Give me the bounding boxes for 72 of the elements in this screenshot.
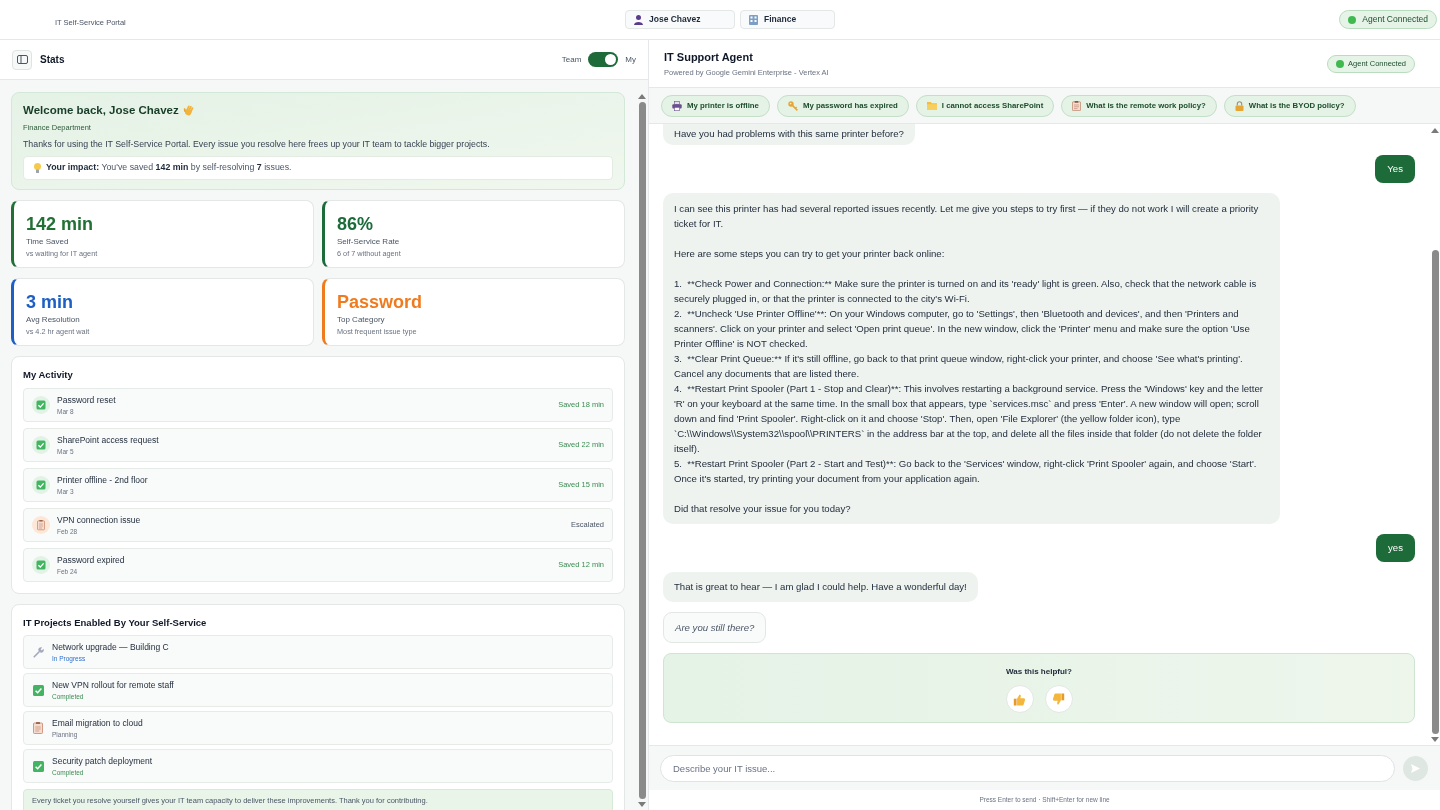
check-square-icon [32,760,44,772]
sidebar-icon [16,55,28,64]
key-icon [787,100,798,111]
impact-text: Your impact: You've saved 142 min by self-resolving 7 issues. [46,161,292,175]
check-square-icon [32,684,44,696]
thumbs-down-icon [1052,692,1065,706]
project-title: Network upgrade — Building C [52,641,169,653]
toggle-label: My [625,53,636,66]
message-text: Yes [1387,161,1403,176]
panel-title: Stats [40,53,65,67]
message-text: Are you still there? [675,620,755,635]
view-toggle[interactable] [588,52,619,67]
project-title: Security patch deployment [52,755,153,767]
thumbs-down-button[interactable] [1044,685,1073,714]
folder-icon [926,101,937,110]
message-text: 2. **Uncheck 'Use Printer Offline'**: On your Windows computer, go to 'Settings', then 'Bluetooth and devices', and then 'Printers and scanners'. Click on your printer and select 'Open print queue'. In the new window, click the 'Printer' menu and make sure the option 'Use Printer Offline' is NOT checked. [674,307,1251,351]
activity-title: Printer offline - 2nd floor [57,474,148,486]
scroll-down-icon[interactable] [638,802,646,807]
stat-value: 142 min [26,214,95,234]
scrollbar-thumb[interactable] [638,102,646,799]
wrench-icon [32,646,44,658]
thumbs-up-button[interactable] [1005,685,1034,714]
message-text: Did that resolve your issue for you today? [674,502,852,516]
clipboard-icon [1072,100,1082,111]
project-title: New VPN rollout for remote staff [52,679,174,691]
scroll-up-icon[interactable] [638,94,646,99]
welcome-title: Welcome back, Jose Chavez [23,103,179,118]
message-text: 1. **Check Power and Connection:** Make sure the printer is turned on and its 'ready' light is green. Also, check that the network cable is securely plugged in, or that the printer is connected to the city's Wi-Fi. [674,277,1258,306]
stat-label: Self-Service Rate [337,236,401,247]
stat-value: 86% [337,214,375,234]
welcome-message: Thanks for using the IT Self-Service Portal. Every issue you resolve here frees up your IT team to tackle bigger projects. [23,138,491,150]
light-bulb-icon [34,163,41,173]
message-text: 3. **Clear Print Queue:** If it's still offline, go back to that print queue window, right-click your printer, and choose 'See what's printing'. Cancel any documents that are listed there. [674,352,1244,381]
activity-title: Password expired [57,554,125,566]
sidebar-toggle-button[interactable] [12,49,32,70]
chat-title: IT Support Agent [664,49,754,65]
user-name: Jose Chavez [649,13,701,26]
activity-title: SharePoint access request [57,434,159,446]
agent-status-label: Agent Connected [1362,13,1428,26]
printer-icon [672,100,682,111]
thumbs-up-icon [1013,692,1026,706]
clipboard-icon [32,516,50,534]
section-title: IT Projects Enabled By Your Self-Service [23,617,208,629]
waving-hand-icon [182,104,195,117]
scroll-up-icon[interactable] [1431,128,1439,133]
department-name: Finance [764,13,797,26]
send-icon [1411,763,1420,773]
message-text: That is great to hear — I am glad I could help. Have a wonderful day! [674,580,967,594]
section-title: My Activity [23,369,74,381]
project-title: Email migration to cloud [52,717,143,729]
message-text: I can see this printer has had several reported issues recently. Let me give you steps to try first — if they do not work I will create a priority ticket for IT. [674,202,1260,231]
scrollbar-thumb[interactable] [1431,250,1439,734]
message-text: 5. **Restart Print Spooler (Part 2 - Start and Test)**: Go back to the 'Services' window, right-click 'Print Spooler' again, and choose 'Start'. Once it's started, try printing your document from your application again. [674,457,1258,486]
toggle-label: Team [561,53,582,66]
building-icon [749,14,758,25]
activity-title: VPN connection issue [57,514,141,526]
stat-label: Time Saved [26,236,70,247]
message-text: 4. **Restart Print Spooler (Part 1 - Stop and Clear)**: This involves restarting a background service. Press the 'Windows' key and the letter 'R' on your keyboard at the same time. In the small box that appears, type `services.msc` and press 'Enter'. A new window will open; scroll down and find 'Print Spooler'. Right-click on it and choose 'Stop'. Then, open 'File Explorer' (the yellow folder icon), type `C:\\Windows\\System32\\spool\\PRINTERS` in the address bar at the top, and delete all the files inside that folder (do not delete the folder itself). [674,382,1264,456]
stat-label: Avg Resolution [26,314,81,325]
message-text: yes [1388,540,1403,555]
person-icon [634,14,643,25]
scroll-down-icon[interactable] [1431,737,1439,742]
activity-title: Password reset [57,394,116,406]
message-input[interactable]: Describe your IT issue... [660,754,1395,782]
message-text: Here are some steps you can try to get your printer back online: [674,247,946,261]
feedback-question: Was this helpful? [1006,666,1072,679]
stat-value: Password [337,292,424,312]
clipboard-icon [33,722,43,734]
stat-label: Top Category [337,314,386,325]
stat-value: 3 min [26,292,74,312]
lock-icon [1234,100,1244,111]
message-text: Have you had problems with this same printer before? [674,127,904,142]
